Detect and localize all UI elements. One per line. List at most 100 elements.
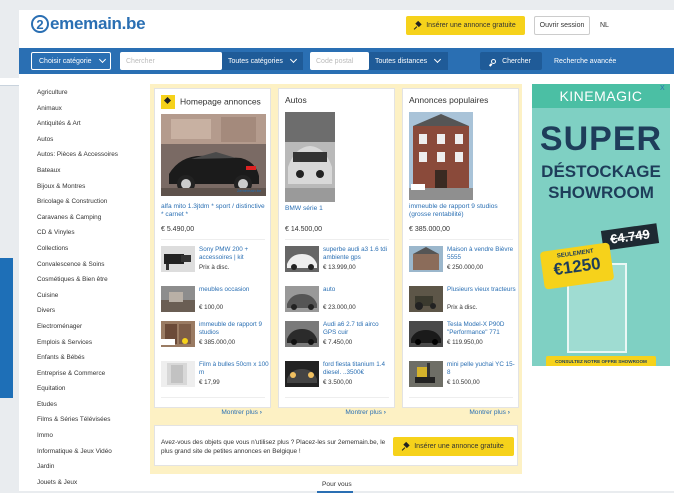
item-price: € 3.500,00 bbox=[323, 379, 353, 386]
item-title[interactable]: Audi a6 2.7 tdi airco GPS cuir bbox=[323, 321, 393, 336]
category-link[interactable]: Animaux bbox=[37, 101, 147, 117]
list-item[interactable]: immeuble de rapport 9 studios € 385.000,… bbox=[161, 321, 269, 355]
category-link[interactable]: Jouets & Jeux bbox=[37, 475, 147, 491]
featured-title-link[interactable]: immeuble de rapport 9 studios (grosse re… bbox=[409, 203, 513, 219]
category-link[interactable]: Collections bbox=[37, 241, 147, 257]
featured-watermark: 2ememain.be bbox=[237, 188, 262, 193]
category-select-label: Choisir catégorie bbox=[39, 57, 92, 65]
category-link[interactable]: Electroménager bbox=[37, 319, 147, 335]
open-session-button[interactable]: Ouvrir session bbox=[534, 16, 590, 35]
item-title[interactable]: auto bbox=[323, 286, 393, 294]
featured-title-link[interactable]: alfa mito 1.3jtdm * sport / distinctive … bbox=[161, 203, 265, 219]
category-link[interactable]: Entreprise & Commerce bbox=[37, 366, 147, 382]
chevron-down-icon bbox=[434, 55, 442, 64]
category-link[interactable]: CD & Vinyles bbox=[37, 225, 147, 241]
category-link[interactable]: Caravanes & Camping bbox=[37, 210, 147, 226]
category-link[interactable]: Bricolage & Construction bbox=[37, 194, 147, 210]
item-thumbnail bbox=[285, 246, 319, 272]
search-input[interactable]: Chercher bbox=[120, 52, 222, 70]
search-bar: Choisir catégorie Chercher Toutes catégo… bbox=[19, 48, 674, 74]
item-thumbnail bbox=[161, 286, 195, 312]
item-title[interactable]: Plusieurs vieux tracteurs bbox=[447, 286, 517, 294]
item-thumbnail bbox=[409, 361, 443, 387]
featured-image[interactable] bbox=[161, 114, 266, 196]
insert-ad-button[interactable]: Insérer une annonce gratuite bbox=[406, 16, 525, 35]
category-link[interactable]: Informatique & Jeux Vidéo bbox=[37, 444, 147, 460]
list-item[interactable]: Audi a6 2.7 tdi airco GPS cuir € 7.450,0… bbox=[285, 321, 393, 355]
item-price: € 10.500,00 bbox=[447, 379, 480, 386]
item-title[interactable]: Sony PMW 200 + accessoires | kit bbox=[199, 246, 269, 261]
category-link[interactable]: Equitation bbox=[37, 381, 147, 397]
category-link[interactable]: Autos bbox=[37, 132, 147, 148]
category-link[interactable]: Emplois & Services bbox=[37, 335, 147, 351]
featured-price: € 385.000,00 bbox=[409, 226, 450, 233]
item-thumbnail bbox=[409, 286, 443, 312]
left-edge-panel bbox=[0, 78, 19, 86]
featured-image[interactable] bbox=[285, 112, 335, 202]
ad-close-icon[interactable]: X bbox=[660, 85, 668, 93]
language-switch[interactable]: NL bbox=[600, 22, 609, 29]
featured-title-link[interactable]: BMW série 1 bbox=[285, 205, 323, 213]
pin-icon bbox=[403, 443, 410, 450]
postcode-input[interactable]: Code postal bbox=[310, 52, 369, 70]
show-more-link[interactable]: Montrer plus bbox=[279, 409, 394, 416]
ad-cta-button[interactable]: CONSULTEZ NOTRE OFFRE SHOWROOM bbox=[546, 356, 656, 366]
category-link[interactable]: Jardin bbox=[37, 459, 147, 475]
item-title[interactable]: superbe audi a3 1.6 tdi ambiente gps bbox=[323, 246, 393, 261]
list-item[interactable]: superbe audi a3 1.6 tdi ambiente gps € 1… bbox=[285, 246, 393, 280]
category-select[interactable]: Choisir catégorie bbox=[31, 52, 111, 70]
category-link[interactable]: Bijoux & Montres bbox=[37, 179, 147, 195]
list-item[interactable]: Film à bulles 50cm x 100 m € 17,99 bbox=[161, 361, 269, 395]
category-link[interactable]: Cosmétiques & Bien être bbox=[37, 272, 147, 288]
column-title: Autos bbox=[285, 95, 307, 105]
category-link[interactable]: Antiquités & Art bbox=[37, 116, 147, 132]
item-title[interactable]: mini pelle yuchai YC 15-8 bbox=[447, 361, 517, 376]
search-button[interactable]: Chercher bbox=[480, 52, 542, 70]
item-price: € 385.000,00 bbox=[199, 339, 236, 346]
category-link[interactable]: Bateaux bbox=[37, 163, 147, 179]
divider bbox=[285, 397, 389, 398]
list-item[interactable]: Plusieurs vieux tracteurs Prix à disc. bbox=[409, 286, 517, 320]
insert-ad-button-bottom[interactable]: Insérer une annonce gratuite bbox=[393, 437, 514, 456]
category-list: Agriculture Animaux Antiquités & Art Autos A… bbox=[37, 85, 147, 490]
ad-headline: SUPER bbox=[539, 120, 663, 158]
show-more-link[interactable]: Montrer plus bbox=[155, 409, 270, 416]
list-item[interactable]: Tesla Model-X P90D "Performance" 771 € 1… bbox=[409, 321, 517, 355]
list-item[interactable]: Sony PMW 200 + accessoires | kit Prix à … bbox=[161, 246, 269, 280]
ad-brand: KINEMAGIC bbox=[532, 84, 670, 108]
advanced-search-link[interactable]: Recherche avancée bbox=[554, 58, 616, 65]
show-more-link[interactable]: Montrer plus bbox=[403, 409, 518, 416]
item-price: € 13.999,00 bbox=[323, 264, 356, 271]
list-item[interactable]: mini pelle yuchai YC 15-8 € 10.500,00 bbox=[409, 361, 517, 395]
category-link[interactable]: Divers bbox=[37, 303, 147, 319]
distance-select[interactable]: Toutes distances bbox=[369, 52, 448, 70]
item-title[interactable]: Tesla Model-X P90D "Performance" 771 bbox=[447, 321, 517, 336]
site-logo[interactable]: 2 ememain.be bbox=[31, 14, 146, 34]
list-item[interactable]: auto € 23.000,00 bbox=[285, 286, 393, 320]
advertisement-banner[interactable]: KINEMAGIC X SUPER DÉSTOCKAGE SHOWROOM €4… bbox=[532, 84, 670, 366]
left-edge-blue-panel bbox=[0, 258, 13, 398]
category-link[interactable]: Cuisine bbox=[37, 288, 147, 304]
item-thumbnail bbox=[161, 321, 195, 347]
category-link[interactable]: Films & Séries Télévisées bbox=[37, 412, 147, 428]
insert-ad-label: Insérer une annonce gratuite bbox=[414, 443, 504, 450]
item-thumbnail bbox=[161, 361, 195, 387]
all-categories-select[interactable]: Toutes catégories bbox=[222, 52, 303, 70]
item-title[interactable]: Maison à vendre Bièvre 5555 bbox=[447, 246, 517, 261]
category-link[interactable]: Agriculture bbox=[37, 85, 147, 101]
item-title[interactable]: meubles occasion bbox=[199, 286, 269, 294]
featured-image[interactable] bbox=[409, 112, 473, 200]
category-link[interactable]: Convalescence & Soins bbox=[37, 257, 147, 273]
category-link[interactable]: Autos: Pièces & Accessoires bbox=[37, 147, 147, 163]
tab-pour-vous[interactable]: Pour vous bbox=[322, 481, 352, 488]
category-link[interactable]: Etudes bbox=[37, 397, 147, 413]
item-title[interactable]: immeuble de rapport 9 studios bbox=[199, 321, 269, 336]
list-item[interactable]: ford fiesta titanium 1.4 diesel. ..3500€… bbox=[285, 361, 393, 395]
item-title[interactable]: ford fiesta titanium 1.4 diesel. ..3500€ bbox=[323, 361, 393, 376]
item-title[interactable]: Film à bulles 50cm x 100 m bbox=[199, 361, 269, 376]
item-thumbnail bbox=[285, 321, 319, 347]
category-link[interactable]: Immo bbox=[37, 428, 147, 444]
list-item[interactable]: meubles occasion € 100,00 bbox=[161, 286, 269, 320]
list-item[interactable]: Maison à vendre Bièvre 5555 € 250.000,00 bbox=[409, 246, 517, 280]
category-link[interactable]: Enfants & Bébés bbox=[37, 350, 147, 366]
